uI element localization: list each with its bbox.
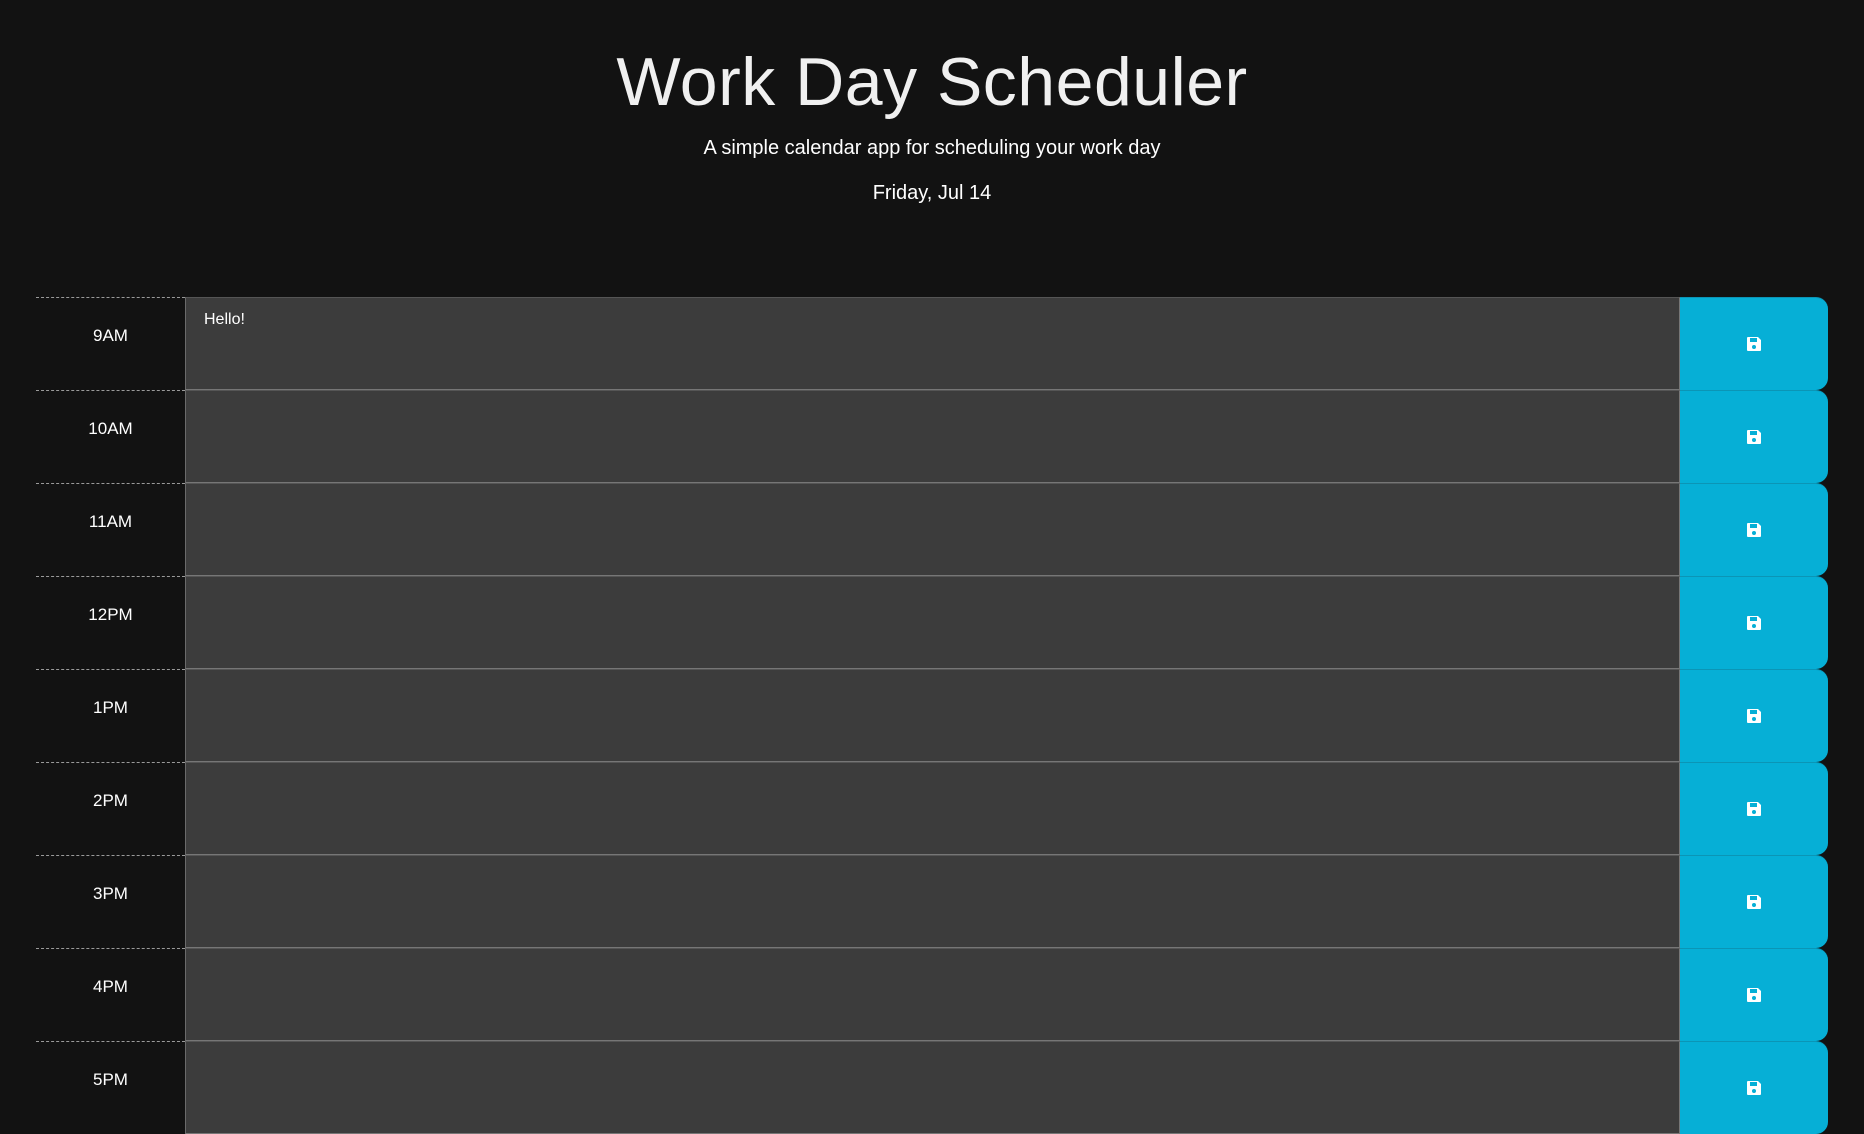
event-description-input[interactable]	[185, 948, 1680, 1041]
hour-label: 1PM	[36, 669, 185, 762]
save-button[interactable]	[1680, 855, 1828, 948]
save-button[interactable]	[1680, 669, 1828, 762]
save-button[interactable]	[1680, 390, 1828, 483]
hour-label: 12PM	[36, 576, 185, 669]
hour-label: 4PM	[36, 948, 185, 1041]
floppy-disk-icon	[1747, 430, 1761, 444]
event-description-input[interactable]	[185, 483, 1680, 576]
save-button[interactable]	[1680, 576, 1828, 669]
floppy-disk-icon	[1747, 709, 1761, 723]
hour-label: 9AM	[36, 297, 185, 390]
event-description-input[interactable]	[185, 855, 1680, 948]
time-block-row: 4PM	[36, 948, 1828, 1041]
event-description-input[interactable]	[185, 1041, 1680, 1134]
time-block-row: 5PM	[36, 1041, 1828, 1134]
time-block-row: 10AM	[36, 390, 1828, 483]
time-block-row: 1PM	[36, 669, 1828, 762]
save-button[interactable]	[1680, 762, 1828, 855]
save-button[interactable]	[1680, 1041, 1828, 1134]
hour-label: 10AM	[36, 390, 185, 483]
save-button[interactable]	[1680, 948, 1828, 1041]
time-block-row: 12PM	[36, 576, 1828, 669]
floppy-disk-icon	[1747, 523, 1761, 537]
floppy-disk-icon	[1747, 337, 1761, 351]
hour-label: 2PM	[36, 762, 185, 855]
floppy-disk-icon	[1747, 988, 1761, 1002]
event-description-input[interactable]	[185, 669, 1680, 762]
save-button[interactable]	[1680, 297, 1828, 390]
page-title: Work Day Scheduler	[616, 44, 1248, 120]
event-description-input[interactable]	[185, 390, 1680, 483]
hour-label: 3PM	[36, 855, 185, 948]
page-subtitle: A simple calendar app for scheduling you…	[703, 137, 1161, 159]
time-block-row: 11AM	[36, 483, 1828, 576]
event-description-input[interactable]	[185, 762, 1680, 855]
event-description-input[interactable]: Hello!	[185, 297, 1680, 390]
floppy-disk-icon	[1747, 895, 1761, 909]
time-block-row: 9AM Hello!	[36, 297, 1828, 390]
hour-label: 11AM	[36, 483, 185, 576]
floppy-disk-icon	[1747, 616, 1761, 630]
event-description-input[interactable]	[185, 576, 1680, 669]
time-block-row: 3PM	[36, 855, 1828, 948]
page-header: Work Day Scheduler A simple calendar app…	[0, 0, 1864, 297]
hour-label: 5PM	[36, 1041, 185, 1134]
save-button[interactable]	[1680, 483, 1828, 576]
time-block-list: 9AM Hello! 10AM 11AM 12PM 1PM 2PM 3PM 4P…	[36, 297, 1828, 1134]
floppy-disk-icon	[1747, 802, 1761, 816]
current-date: Friday, Jul 14	[872, 182, 992, 204]
time-block-row: 2PM	[36, 762, 1828, 855]
floppy-disk-icon	[1747, 1081, 1761, 1095]
